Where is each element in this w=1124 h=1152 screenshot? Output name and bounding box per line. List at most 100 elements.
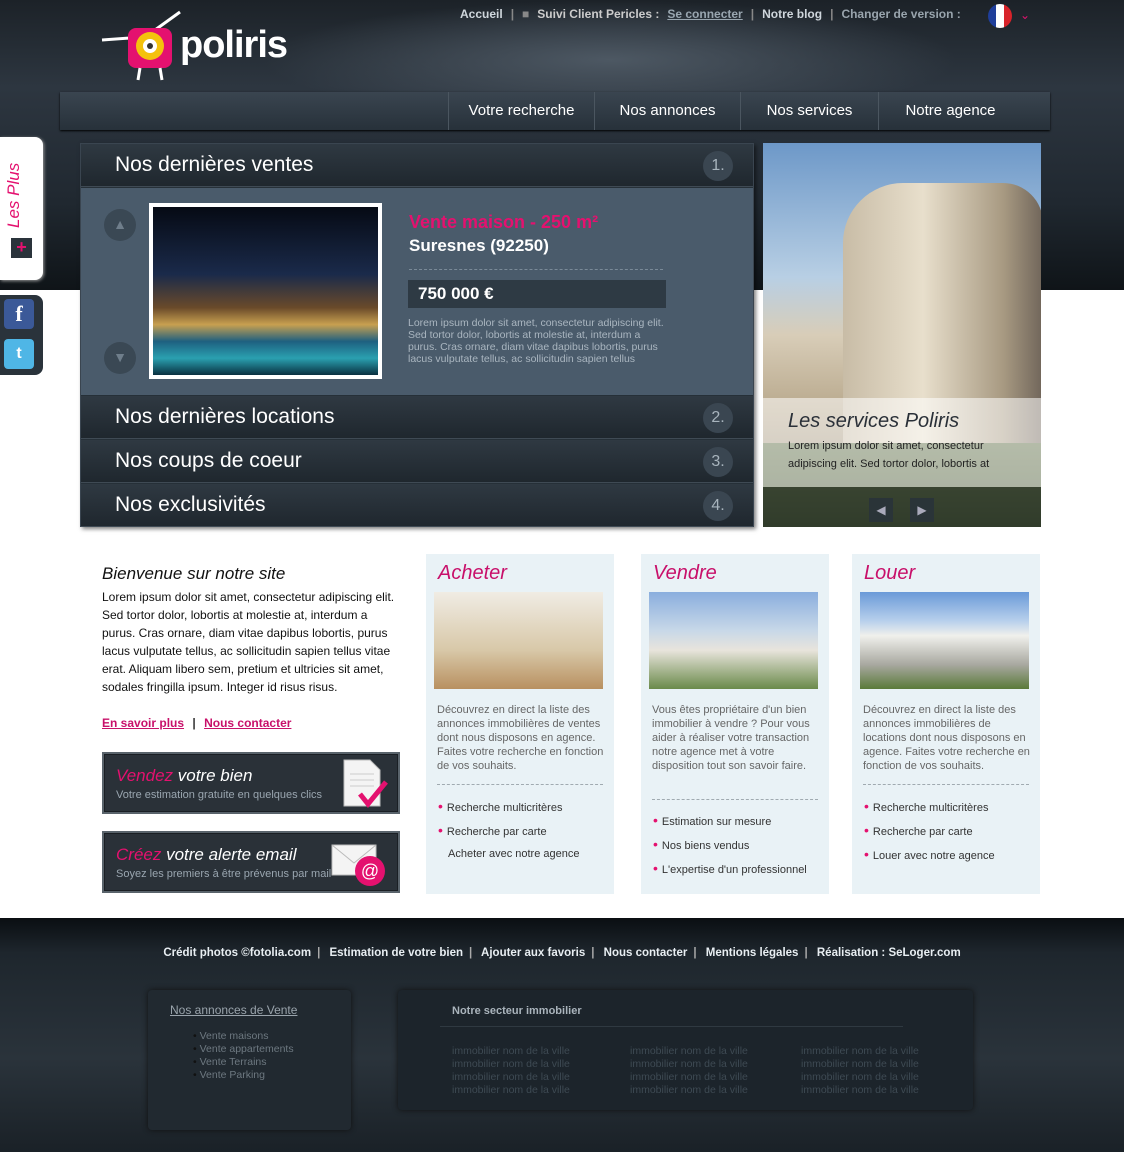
- apartment-building-image[interactable]: [860, 592, 1029, 689]
- footer-link-mentions[interactable]: Mentions légales: [706, 947, 799, 959]
- plus-icon[interactable]: +: [11, 238, 32, 258]
- svg-text:@: @: [361, 861, 379, 881]
- facebook-icon[interactable]: f: [4, 299, 34, 329]
- city-link[interactable]: immobilier nom de la ville: [452, 1045, 570, 1058]
- footer-box-title[interactable]: Nos annonces de Vente: [170, 1003, 297, 1017]
- arrow-down-icon[interactable]: ▼: [104, 342, 136, 374]
- column-links: Estimation sur mesure Nos biens vendus L…: [653, 808, 807, 880]
- les-plus-label: Les Plus: [4, 162, 23, 228]
- arrow-up-icon[interactable]: ▲: [104, 209, 136, 241]
- cta-title-rest: votre alerte email: [161, 845, 297, 864]
- list-item[interactable]: Vente Terrains: [193, 1056, 294, 1069]
- contact-link[interactable]: Nous contacter: [204, 716, 291, 730]
- footer-sales-list: Vente maisons Vente appartements Vente T…: [193, 1030, 294, 1082]
- list-item[interactable]: Recherche multicritères: [438, 794, 579, 818]
- accordion-title: Nos dernières locations: [115, 405, 335, 428]
- city-link[interactable]: immobilier nom de la ville: [452, 1071, 570, 1084]
- column-acheter: Acheter Découvrez en direct la liste des…: [426, 554, 614, 894]
- accordion-title: Nos dernières ventes: [115, 153, 314, 176]
- separator: |: [591, 947, 595, 959]
- nav-nos-services[interactable]: Nos services: [740, 92, 878, 130]
- list-item[interactable]: Recherche par carte: [438, 818, 579, 842]
- footer-link-credits[interactable]: Crédit photos ©fotolia.com: [163, 947, 311, 959]
- services-title: Les services Poliris: [788, 410, 960, 432]
- accordion-number: 3.: [703, 447, 733, 477]
- accordion-header-coups-de-coeur[interactable]: Nos coups de coeur 3.: [81, 440, 753, 483]
- listing-title[interactable]: Vente maison - 250 m²: [409, 212, 598, 233]
- listing-price: 750 000 €: [408, 280, 666, 308]
- footer-link-realisation[interactable]: Réalisation : SeLoger.com: [817, 947, 961, 959]
- listings-accordion: Nos dernières ventes 1. ▲ ▼ Vente maison…: [80, 143, 754, 527]
- nav-nos-annonces[interactable]: Nos annonces: [594, 92, 740, 130]
- welcome-links: En savoir plus | Nous contacter: [102, 716, 291, 730]
- city-link[interactable]: immobilier nom de la ville: [801, 1045, 919, 1058]
- listing-photo[interactable]: [149, 203, 382, 379]
- prev-arrow-icon[interactable]: ◀: [869, 498, 893, 522]
- nav-notre-agence[interactable]: Notre agence: [878, 92, 1022, 130]
- accordion-title: Nos exclusivités: [115, 493, 266, 516]
- sold-house-image[interactable]: [649, 592, 818, 689]
- list-item[interactable]: Vente Parking: [193, 1069, 294, 1082]
- list-item[interactable]: Acheter avec notre agence: [438, 842, 579, 866]
- accordion-body: ▲ ▼ Vente maison - 250 m² Suresnes (9225…: [81, 188, 753, 395]
- column-title[interactable]: Vendre: [653, 562, 717, 585]
- list-item[interactable]: Recherche multicritères: [864, 794, 995, 818]
- footer-link-contact[interactable]: Nous contacter: [604, 947, 688, 959]
- separator: |: [317, 947, 321, 959]
- chevron-down-icon[interactable]: ⌄: [1020, 8, 1030, 22]
- list-item[interactable]: L'expertise d'un professionnel: [653, 856, 807, 880]
- list-item[interactable]: Nos biens vendus: [653, 832, 807, 856]
- accordion-header-locations[interactable]: Nos dernières locations 2.: [81, 396, 753, 439]
- login-link[interactable]: Se connecter: [667, 7, 742, 21]
- cta-title: Créez votre alerte email: [116, 845, 296, 865]
- nav-votre-recherche[interactable]: Votre recherche: [448, 92, 594, 130]
- version-label: Changer de version :: [841, 7, 961, 21]
- city-link[interactable]: immobilier nom de la ville: [630, 1071, 748, 1084]
- couple-moving-image[interactable]: [434, 592, 603, 689]
- french-flag-icon[interactable]: [988, 4, 1012, 28]
- divider: [863, 784, 1029, 785]
- home-link[interactable]: Accueil: [460, 7, 503, 21]
- footer-link-favoris[interactable]: Ajouter aux favoris: [481, 947, 585, 959]
- city-link[interactable]: immobilier nom de la ville: [630, 1045, 748, 1058]
- list-item[interactable]: Vente maisons: [193, 1030, 294, 1043]
- house-pool-image: [153, 207, 378, 375]
- city-link[interactable]: immobilier nom de la ville: [630, 1084, 748, 1097]
- next-arrow-icon[interactable]: ▶: [910, 498, 934, 522]
- accordion-number: 2.: [703, 403, 733, 433]
- column-description: Découvrez en direct la liste des annonce…: [863, 704, 1030, 772]
- column-title[interactable]: Acheter: [438, 562, 507, 585]
- top-links: Accueil | ■ Suivi Client Pericles : Se c…: [460, 7, 961, 21]
- city-link[interactable]: immobilier nom de la ville: [452, 1084, 570, 1097]
- slideshow-controls: [763, 487, 1041, 527]
- accordion-header-exclusivites[interactable]: Nos exclusivités 4.: [81, 484, 753, 527]
- footer-link-estimation[interactable]: Estimation de votre bien: [329, 947, 463, 959]
- email-alert-button[interactable]: Créez votre alerte email Soyez les premi…: [102, 831, 400, 893]
- list-item[interactable]: Louer avec notre agence: [864, 842, 995, 866]
- city-link[interactable]: immobilier nom de la ville: [452, 1058, 570, 1071]
- separator: |: [804, 947, 808, 959]
- logo-text[interactable]: poliris: [180, 24, 288, 67]
- cta-title: Vendez votre bien: [116, 766, 252, 786]
- city-link[interactable]: immobilier nom de la ville: [801, 1071, 919, 1084]
- separator: |: [192, 716, 196, 730]
- divider: [652, 799, 818, 800]
- twitter-icon[interactable]: t: [4, 339, 34, 369]
- list-item[interactable]: Recherche par carte: [864, 818, 995, 842]
- list-item[interactable]: Vente appartements: [193, 1043, 294, 1056]
- separator: |: [830, 7, 834, 21]
- accordion-header-ventes[interactable]: Nos dernières ventes 1.: [81, 144, 753, 187]
- column-title[interactable]: Louer: [864, 562, 915, 585]
- welcome-text: Lorem ipsum dolor sit amet, consectetur …: [102, 590, 395, 694]
- services-slideshow[interactable]: Les services Poliris Lorem ipsum dolor s…: [763, 143, 1041, 527]
- city-column: immobilier nom de la ville immobilier no…: [801, 1045, 919, 1097]
- learn-more-link[interactable]: En savoir plus: [102, 716, 184, 730]
- list-item[interactable]: Estimation sur mesure: [653, 808, 807, 832]
- city-link[interactable]: immobilier nom de la ville: [801, 1058, 919, 1071]
- column-louer: Louer Découvrez en direct la liste des a…: [852, 554, 1040, 894]
- city-link[interactable]: immobilier nom de la ville: [630, 1058, 748, 1071]
- sell-property-button[interactable]: Vendez votre bien Votre estimation gratu…: [102, 752, 400, 814]
- city-link[interactable]: immobilier nom de la ville: [801, 1084, 919, 1097]
- blog-link[interactable]: Notre blog: [762, 7, 822, 21]
- column-vendre: Vendre Vous êtes propriétaire d'un bien …: [641, 554, 829, 894]
